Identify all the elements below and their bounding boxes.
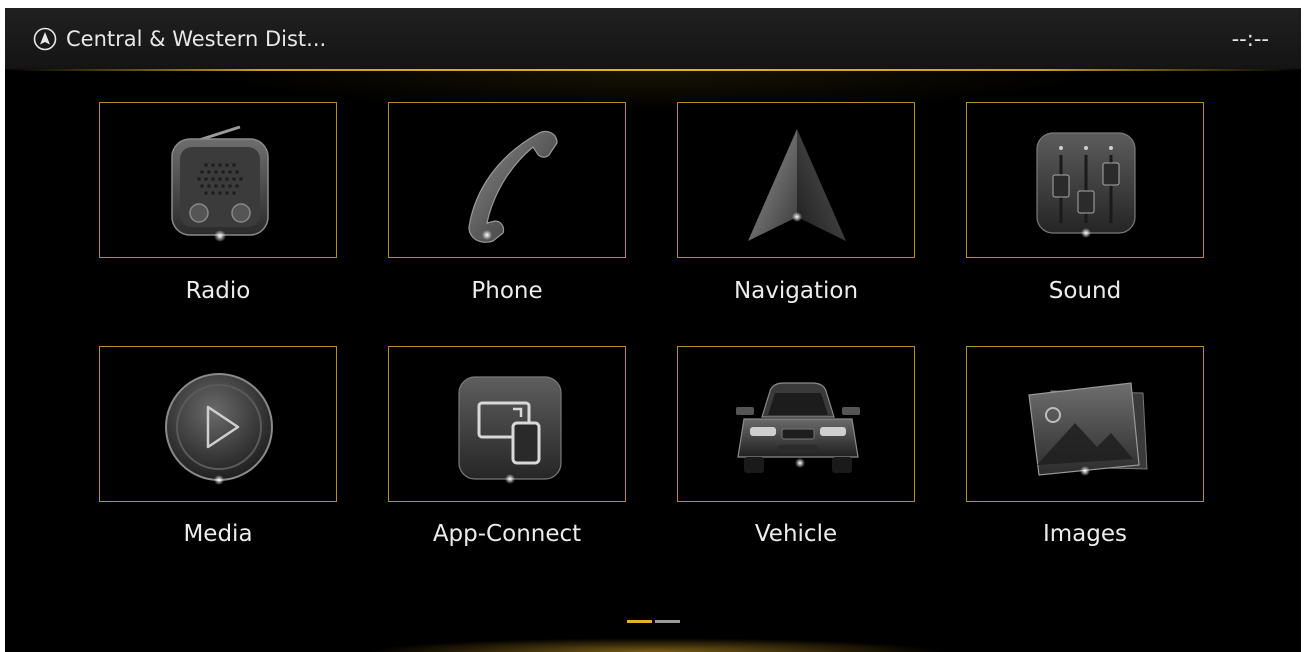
page-dot-2[interactable] <box>655 620 680 623</box>
tile-radio[interactable] <box>99 102 337 258</box>
tile-app-connect[interactable] <box>388 346 626 502</box>
tile-label-navigation: Navigation <box>733 278 859 304</box>
location-text: Central & Western Dist... <box>66 27 327 51</box>
clock: --:-- <box>1231 27 1269 51</box>
tile-label-images: Images <box>1042 521 1127 547</box>
tile-label-sound: Sound <box>1048 278 1122 304</box>
screen-mirroring-icon <box>458 376 562 484</box>
equalizer-sliders-icon <box>1036 132 1136 238</box>
tile-phone[interactable] <box>388 102 626 258</box>
tile-label-app-connect: App-Connect <box>432 521 582 547</box>
bottom-glow <box>365 638 945 652</box>
home-screen: Central & Western Dist... --:-- Radio Ph… <box>5 8 1301 652</box>
tile-label-phone: Phone <box>471 278 543 304</box>
tile-label-radio: Radio <box>185 278 251 304</box>
tile-label-vehicle: Vehicle <box>754 521 838 547</box>
tile-label-media: Media <box>183 521 253 547</box>
radio-icon <box>171 125 269 242</box>
photo-gallery-icon <box>1028 382 1148 476</box>
tile-media[interactable] <box>99 346 337 502</box>
navigation-arrow-icon <box>748 129 846 241</box>
phone-handset-icon <box>468 130 558 243</box>
tile-vehicle[interactable] <box>677 346 915 502</box>
location-display[interactable]: Central & Western Dist... <box>33 24 326 54</box>
page-dot-1[interactable] <box>627 620 652 623</box>
tile-images[interactable] <box>966 346 1204 502</box>
car-icon <box>736 382 860 473</box>
status-bar: Central & Western Dist... --:-- <box>5 8 1301 69</box>
play-icon <box>165 373 273 485</box>
tile-sound[interactable] <box>966 102 1204 258</box>
tile-navigation[interactable] <box>677 102 915 258</box>
compass-arrow-icon <box>33 27 57 51</box>
page-indicator[interactable] <box>627 620 680 623</box>
